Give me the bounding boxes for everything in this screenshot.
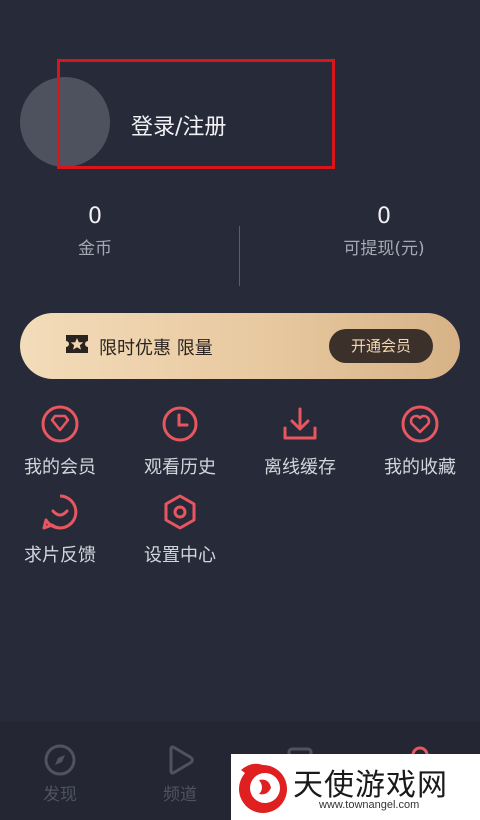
hexagon-settings-icon xyxy=(164,494,196,530)
coins-stat[interactable]: 0 金币 xyxy=(0,200,215,259)
diamond-icon xyxy=(41,405,79,443)
nav-label: 频道 xyxy=(163,785,197,805)
menu-label: 我的收藏 xyxy=(384,457,456,478)
menu-item-settings[interactable]: 设置中心 xyxy=(120,488,240,578)
play-icon xyxy=(169,745,194,775)
nav-label: 发现 xyxy=(43,785,77,805)
menu-item-favorites[interactable]: 我的收藏 xyxy=(360,400,480,490)
withdrawable-label: 可提现(元) xyxy=(343,239,425,259)
vip-promo-text: 限时优惠 限量 xyxy=(99,338,213,359)
watermark-overlay: 天使游戏网 www.townangel.com xyxy=(231,754,480,820)
menu-item-request-feedback[interactable]: 求片反馈 xyxy=(0,488,120,578)
menu-label: 我的会员 xyxy=(24,457,96,478)
vip-banner[interactable]: 限时优惠 限量 开通会员 xyxy=(20,313,460,379)
nav-item-channel[interactable]: 频道 xyxy=(120,744,240,805)
heart-icon xyxy=(401,405,439,443)
open-vip-button[interactable]: 开通会员 xyxy=(329,329,433,363)
watermark-url: www.townangel.com xyxy=(319,799,420,811)
menu-label: 观看历史 xyxy=(144,457,216,478)
menu-item-history[interactable]: 观看历史 xyxy=(120,400,240,490)
withdrawable-value: 0 xyxy=(377,204,391,229)
withdrawable-stat[interactable]: 0 可提现(元) xyxy=(264,200,480,259)
coins-value: 0 xyxy=(88,204,102,229)
download-icon xyxy=(283,407,317,440)
compass-icon xyxy=(44,744,76,776)
nav-item-discover[interactable]: 发现 xyxy=(0,744,120,805)
stats-section: 0 金币 0 可提现(元) xyxy=(0,200,480,290)
menu-label: 离线缓存 xyxy=(264,457,336,478)
coins-label: 金币 xyxy=(78,239,112,259)
stats-divider xyxy=(239,226,240,286)
profile-header: 登录/注册 xyxy=(0,0,480,190)
menu-label: 设置中心 xyxy=(144,545,216,566)
login-register-link[interactable]: 登录/注册 xyxy=(131,109,226,141)
ticket-star-icon xyxy=(66,335,88,353)
clock-icon xyxy=(162,406,198,442)
menu-item-offline-cache[interactable]: 离线缓存 xyxy=(240,400,360,490)
angel-logo-icon xyxy=(239,763,287,813)
menu-item-my-vip[interactable]: 我的会员 xyxy=(0,400,120,490)
chat-smile-icon xyxy=(42,494,78,530)
menu-label: 求片反馈 xyxy=(24,545,96,566)
watermark-title: 天使游戏网 xyxy=(293,768,448,803)
